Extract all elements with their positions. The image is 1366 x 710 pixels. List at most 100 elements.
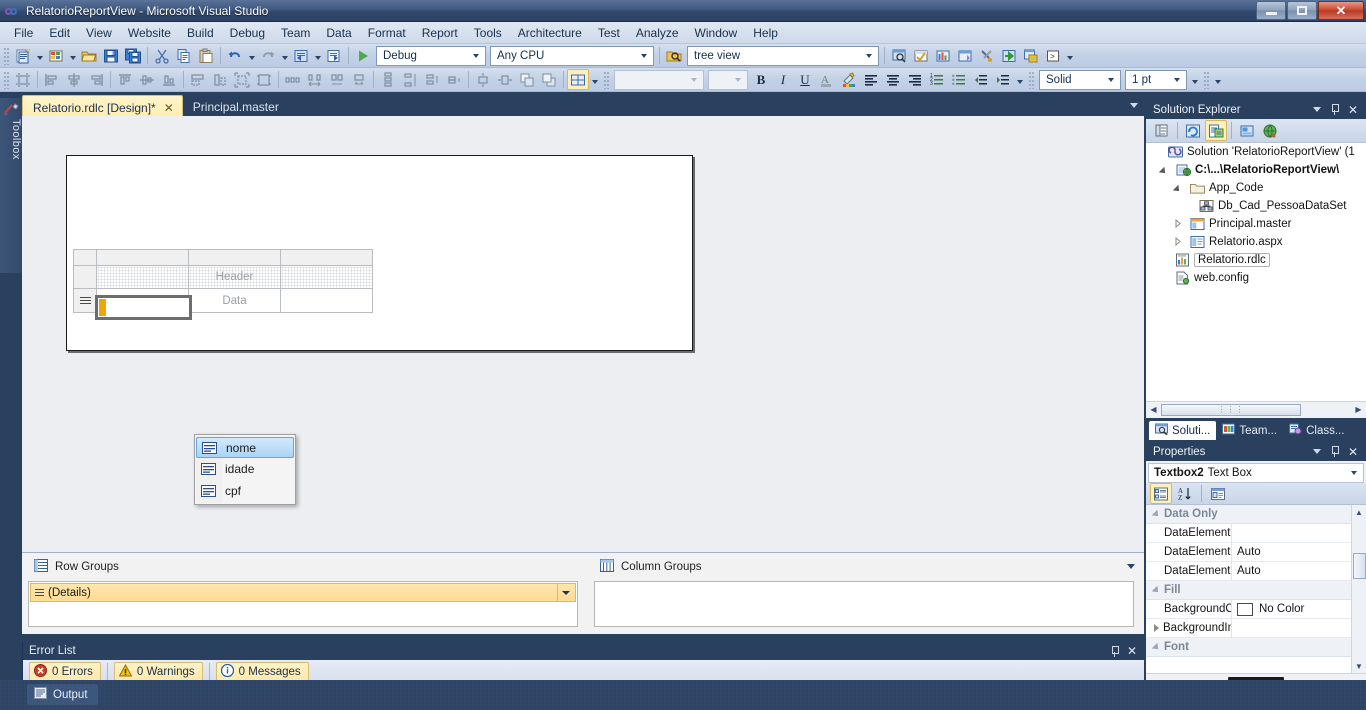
tab-principal-master[interactable]: Principal.master (183, 95, 287, 116)
property-category-fill[interactable]: Fill (1146, 581, 1366, 600)
column-groups-list[interactable] (594, 581, 1134, 627)
increase-horizontal-spacing-icon[interactable] (304, 69, 326, 90)
scroll-down-icon[interactable]: ▼ (1355, 659, 1363, 673)
menu-tools[interactable]: Tools (466, 23, 510, 43)
copy-icon[interactable] (173, 45, 195, 66)
start-debugging-icon[interactable] (352, 45, 374, 66)
menu-test[interactable]: Test (590, 23, 628, 43)
refresh-icon[interactable] (1182, 120, 1204, 141)
close-button[interactable]: ✕ (1318, 1, 1364, 20)
align-text-center-icon[interactable] (882, 69, 904, 90)
data-cell-3[interactable] (280, 288, 373, 313)
save-icon[interactable] (100, 45, 122, 66)
tree-node-web-config[interactable]: web.config (1146, 269, 1366, 287)
send-to-back-icon[interactable] (538, 69, 560, 90)
selected-textbox[interactable] (95, 295, 192, 320)
field-menu-item-nome[interactable]: nome (196, 437, 294, 458)
toolbar-grip[interactable] (3, 70, 10, 89)
chevron-down-icon[interactable] (1312, 107, 1321, 112)
tree-node-relatorio-rdlc[interactable]: Relatorio.rdlc (1146, 251, 1366, 269)
column-handle-1[interactable] (96, 249, 189, 266)
property-value[interactable]: Auto (1232, 546, 1366, 558)
find-combo[interactable]: tree view (687, 45, 879, 66)
menu-website[interactable]: Website (120, 23, 179, 43)
pin-icon[interactable] (1330, 104, 1339, 115)
undo-dropdown[interactable] (246, 45, 257, 66)
align-tops-icon[interactable] (114, 69, 136, 90)
italic-button[interactable]: I (772, 69, 794, 90)
numbered-list-icon[interactable]: 123 (926, 69, 948, 90)
chevron-down-icon[interactable] (1312, 449, 1321, 454)
open-file-icon[interactable] (78, 45, 100, 66)
find-in-files-icon[interactable] (663, 45, 685, 66)
new-website-dropdown[interactable] (34, 45, 45, 66)
header-cell-3[interactable] (280, 265, 373, 289)
increase-indent-icon[interactable] (992, 69, 1014, 90)
data-row-handle[interactable] (73, 288, 97, 313)
align-text-right-icon[interactable] (904, 69, 926, 90)
tablix-layout-icon[interactable] (567, 69, 589, 90)
toolbar-grip[interactable] (3, 46, 10, 65)
header-cell-1[interactable] (96, 265, 189, 289)
expander-icon[interactable] (1154, 624, 1159, 632)
output-window-tab[interactable]: Output (27, 684, 98, 705)
header-row-handle[interactable] (73, 265, 97, 289)
decrease-horizontal-spacing-icon[interactable] (326, 69, 348, 90)
bulleted-list-icon[interactable] (948, 69, 970, 90)
make-same-width-icon[interactable] (187, 69, 209, 90)
tab-list-dropdown[interactable] (1130, 95, 1144, 116)
align-lefts-icon[interactable] (41, 69, 63, 90)
increase-vertical-spacing-icon[interactable] (399, 69, 421, 90)
center-horizontally-icon[interactable] (472, 69, 494, 90)
row-group-details[interactable]: (Details) (30, 583, 576, 602)
expander-icon[interactable] (1152, 147, 1163, 158)
menu-format[interactable]: Format (360, 23, 414, 43)
new-website-icon[interactable] (12, 45, 34, 66)
property-row-dataelementname[interactable]: DataElementN (1146, 523, 1366, 543)
navigate-forward-icon[interactable] (323, 45, 345, 66)
tools-options-icon[interactable] (976, 45, 998, 66)
undo-icon[interactable] (224, 45, 246, 66)
paste-icon[interactable] (195, 45, 217, 66)
redo-icon[interactable] (257, 45, 279, 66)
solution-tree[interactable]: Solution 'RelatorioReportView' (1 C:\...… (1146, 143, 1366, 401)
remove-vertical-spacing-icon[interactable] (443, 69, 465, 90)
column-handle-3[interactable] (280, 249, 373, 266)
show-all-files-icon[interactable] (1205, 120, 1227, 141)
decrease-vertical-spacing-icon[interactable] (421, 69, 443, 90)
new-query-icon[interactable] (1020, 45, 1042, 66)
categorized-icon[interactable] (1150, 483, 1172, 504)
property-row-backgroundimage[interactable]: BackgroundIm (1146, 618, 1366, 638)
run-icon[interactable] (998, 45, 1020, 66)
close-icon[interactable]: ✕ (1127, 645, 1137, 657)
properties-vscrollbar[interactable]: ▲ ▼ (1351, 505, 1366, 673)
property-value[interactable]: Auto (1232, 565, 1366, 577)
properties-object-combo[interactable]: Textbox2 Text Box (1148, 463, 1364, 483)
expander-icon[interactable] (1174, 236, 1185, 248)
border-style-combo[interactable]: Solid (1039, 69, 1121, 90)
close-icon[interactable]: ✕ (1348, 104, 1358, 116)
font-family-combo[interactable] (614, 69, 704, 90)
asp-net-config-icon[interactable] (1259, 120, 1281, 141)
expander-icon[interactable] (1174, 218, 1185, 230)
menu-view[interactable]: View (78, 23, 120, 43)
font-size-combo[interactable] (708, 69, 748, 90)
make-horizontal-spacing-equal-icon[interactable] (282, 69, 304, 90)
tree-node-solution[interactable]: Solution 'RelatorioReportView' (1 (1146, 143, 1366, 161)
menu-file[interactable]: File (6, 23, 41, 43)
highlight-color-icon[interactable] (838, 69, 860, 90)
property-value-wrap[interactable]: No Color (1232, 602, 1366, 616)
properties-grid[interactable]: Data Only DataElementN DataElementO Auto… (1146, 505, 1366, 673)
bring-to-front-icon[interactable] (516, 69, 538, 90)
toolbar-grip[interactable] (603, 70, 610, 89)
tree-node-relatorio-aspx[interactable]: Relatorio.aspx (1146, 233, 1366, 251)
row-group-dropdown-icon[interactable] (557, 584, 573, 601)
menu-team[interactable]: Team (273, 23, 318, 43)
properties-icon[interactable] (1151, 120, 1173, 141)
scroll-right-icon[interactable]: ▶ (1351, 403, 1366, 417)
chevron-down-icon[interactable] (1347, 471, 1361, 475)
alphabetical-icon[interactable]: AZ (1174, 483, 1196, 504)
make-vertical-spacing-equal-icon[interactable] (377, 69, 399, 90)
property-row-dataelementoutput[interactable]: DataElementO Auto (1146, 542, 1366, 562)
header-cell-2[interactable]: Header (188, 265, 281, 289)
